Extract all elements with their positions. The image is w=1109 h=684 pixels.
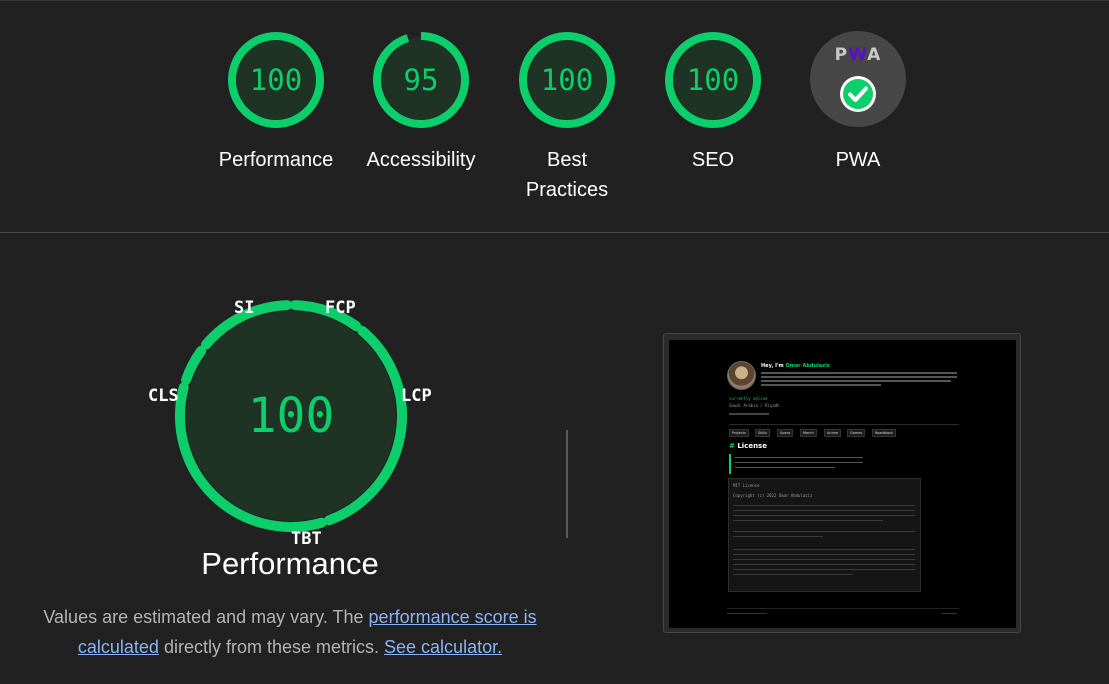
thumb-social-icons bbox=[729, 413, 769, 415]
pwa-logo-p: P bbox=[834, 45, 849, 65]
note-text: Values are estimated and may vary. The bbox=[43, 607, 369, 627]
gauge-ring: 100 bbox=[664, 31, 762, 129]
pwa-logo: PWA bbox=[810, 45, 906, 65]
thumb-license-heading: # License bbox=[729, 442, 767, 450]
score-label: Performance bbox=[218, 149, 334, 171]
pwa-logo-a: A bbox=[867, 45, 882, 65]
score-value: 95 bbox=[403, 63, 439, 97]
thumb-text-line bbox=[733, 574, 853, 575]
thumb-text-line bbox=[733, 554, 915, 555]
thumb-text-line bbox=[733, 510, 915, 511]
greeting-name: Omar Abdulaziz bbox=[785, 363, 830, 369]
gauge-ring: 100 bbox=[518, 31, 616, 129]
performance-note: Values are estimated and may vary. The p… bbox=[40, 602, 540, 662]
thumb-text-line bbox=[735, 457, 863, 458]
performance-score: 100 bbox=[247, 388, 335, 444]
score-gauge-seo[interactable]: 100 SEO bbox=[648, 31, 778, 175]
check-circle-icon bbox=[840, 76, 876, 112]
score-value: 100 bbox=[249, 63, 303, 97]
thumb-license-box: MIT License Copyright (c) 2022 Omar Abdu… bbox=[728, 478, 921, 592]
gauge-ring: 100 bbox=[227, 31, 325, 129]
thumb-tag: Anime bbox=[824, 429, 842, 437]
note-text: directly from these metrics. bbox=[158, 637, 385, 657]
thumb-text-line bbox=[761, 376, 957, 378]
thumb-status-online: currently online bbox=[729, 396, 768, 401]
see-calculator-link[interactable]: See calculator. bbox=[384, 637, 502, 657]
thumb-text-line bbox=[761, 384, 881, 386]
score-gauge-performance[interactable]: 100 Performance bbox=[211, 31, 341, 175]
metric-label-fcp: FCP bbox=[325, 298, 356, 318]
license-title: License bbox=[737, 442, 767, 450]
thumb-greeting: Hey, I'm Omar Abdulaziz bbox=[761, 363, 830, 369]
gauge-ring: 95 bbox=[372, 31, 470, 129]
thumb-tag: Skills bbox=[755, 429, 770, 437]
metric-label-lcp: LCP bbox=[401, 386, 432, 406]
score-value: 100 bbox=[686, 63, 740, 97]
thumb-divider bbox=[729, 424, 959, 425]
section-divider bbox=[0, 232, 1109, 233]
thumb-status-location: Saudi Arabia / Riyadh bbox=[729, 403, 780, 408]
thumb-tag: Roadblock bbox=[872, 429, 897, 437]
final-screenshot[interactable]: Hey, I'm Omar Abdulaziz currently online… bbox=[669, 340, 1016, 628]
pwa-logo-w: W bbox=[848, 45, 868, 65]
score-label: Accessibility bbox=[366, 149, 476, 171]
thumb-footer-text bbox=[941, 613, 957, 614]
performance-title: Performance bbox=[201, 546, 379, 581]
thumb-box-title: MIT License bbox=[733, 483, 760, 488]
thumb-text-line bbox=[733, 569, 915, 570]
pwa-badge: PWA bbox=[810, 31, 906, 127]
thumb-tag: Merch bbox=[800, 429, 817, 437]
thumb-text-line bbox=[733, 531, 915, 532]
vertical-divider bbox=[566, 430, 568, 538]
thumb-text-line bbox=[735, 462, 863, 463]
top-border bbox=[0, 0, 1109, 1]
thumb-text-line bbox=[761, 380, 951, 382]
metric-label-si: SI bbox=[234, 298, 255, 318]
thumb-footer-text bbox=[727, 613, 767, 614]
score-label: SEO bbox=[691, 149, 735, 171]
thumb-text-line bbox=[733, 549, 915, 550]
thumb-text-line bbox=[735, 467, 835, 468]
score-gauge-accessibility[interactable]: 95 Accessibility bbox=[356, 31, 486, 175]
license-hash: # bbox=[729, 442, 735, 450]
greeting-prefix: Hey, I'm bbox=[761, 363, 786, 369]
thumb-text-line bbox=[733, 559, 915, 560]
metric-label-cls: CLS bbox=[148, 386, 179, 406]
score-gauge-pwa[interactable]: PWA PWA bbox=[793, 31, 923, 175]
thumb-text-line bbox=[733, 515, 915, 516]
thumb-footer-divider bbox=[727, 608, 959, 609]
thumb-text-line bbox=[733, 536, 823, 537]
score-label: Best Practices bbox=[525, 149, 609, 201]
score-gauge-best-practices[interactable]: 100 Best Practices bbox=[502, 31, 632, 205]
thumb-tag: Projects bbox=[729, 429, 749, 437]
score-value: 100 bbox=[540, 63, 594, 97]
thumb-text-line bbox=[733, 564, 915, 565]
score-label: PWA bbox=[835, 149, 881, 171]
thumb-text-line bbox=[733, 520, 883, 521]
thumb-tag: Games bbox=[847, 429, 866, 437]
thumb-text-line bbox=[761, 372, 957, 374]
thumb-text-line bbox=[733, 505, 915, 506]
thumb-tag: Specs bbox=[777, 429, 794, 437]
thumb-quote bbox=[729, 454, 871, 474]
thumb-box-copyright: Copyright (c) 2022 Omar Abdulaziz bbox=[733, 493, 813, 498]
avatar bbox=[727, 361, 756, 390]
